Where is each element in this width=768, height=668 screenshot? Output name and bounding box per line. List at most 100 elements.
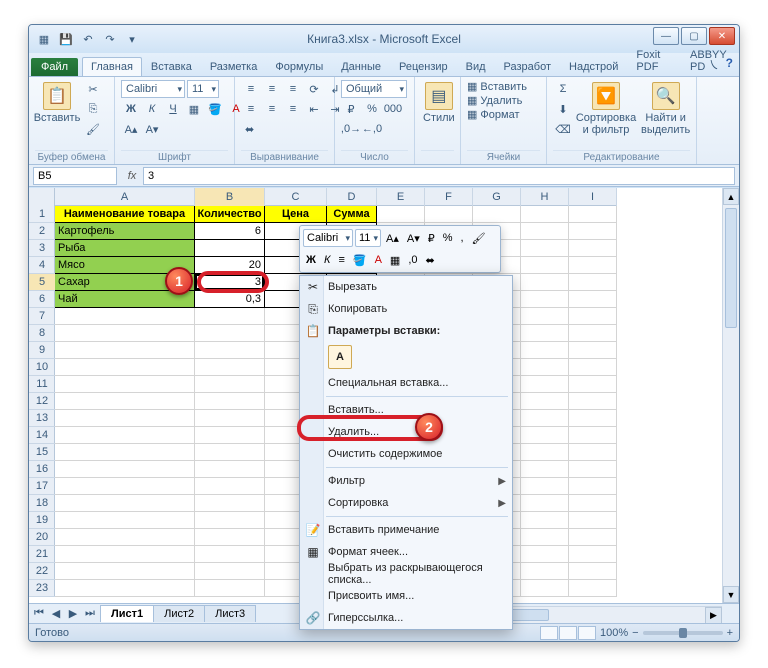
cell[interactable] — [569, 495, 617, 512]
ctx-copy[interactable]: ⎘Копировать — [300, 298, 512, 320]
table-header-cell[interactable]: Цена — [265, 206, 327, 223]
cell[interactable] — [195, 427, 265, 444]
sheet-nav-next-icon[interactable]: ▶ — [65, 606, 81, 622]
row-header[interactable]: 6 — [29, 291, 55, 308]
cell[interactable] — [195, 563, 265, 580]
mini-font-size[interactable]: 11 — [355, 229, 381, 247]
cell[interactable] — [569, 240, 617, 257]
cell[interactable] — [55, 580, 195, 597]
row-header[interactable]: 2 — [29, 223, 55, 240]
insert-cells-button[interactable]: ▦Вставить — [467, 80, 527, 93]
scroll-up-icon[interactable]: ▲ — [723, 188, 739, 205]
cell[interactable] — [55, 512, 195, 529]
currency-icon[interactable]: ₽ — [341, 100, 361, 118]
select-all-corner[interactable] — [29, 188, 55, 206]
column-header[interactable]: D — [327, 188, 377, 206]
cell[interactable] — [521, 325, 569, 342]
tab-view[interactable]: Вид — [457, 57, 495, 76]
cut-icon[interactable]: ✂ — [83, 80, 103, 98]
file-tab[interactable]: Файл — [31, 58, 78, 76]
cell[interactable] — [521, 410, 569, 427]
mini-format-painter-icon[interactable]: 🖌 — [469, 229, 489, 247]
mini-italic-button[interactable]: К — [321, 251, 333, 269]
vertical-scrollbar[interactable]: ▲ ▼ — [722, 188, 739, 603]
font-size-combo[interactable]: 11 — [187, 80, 219, 98]
cell[interactable] — [55, 308, 195, 325]
tab-review[interactable]: Рецензир — [390, 57, 457, 76]
table-header-cell[interactable]: Количество — [195, 206, 265, 223]
cell[interactable] — [55, 342, 195, 359]
cell[interactable] — [195, 478, 265, 495]
font-name-combo[interactable]: Calibri — [121, 80, 185, 98]
format-painter-icon[interactable]: 🖌 — [83, 120, 103, 138]
ctx-insert-comment[interactable]: 📝Вставить примечание — [300, 519, 512, 541]
row-header[interactable]: 13 — [29, 410, 55, 427]
cell[interactable] — [195, 529, 265, 546]
cell[interactable] — [521, 580, 569, 597]
cell-item-name[interactable]: Сахар — [55, 274, 195, 291]
tab-addins[interactable]: Надстрой — [560, 57, 627, 76]
column-header[interactable]: I — [569, 188, 617, 206]
cell[interactable] — [521, 427, 569, 444]
tab-formulas[interactable]: Формулы — [266, 57, 332, 76]
ctx-insert[interactable]: Вставить... — [300, 399, 512, 421]
mini-shrink-font-icon[interactable]: A▾ — [404, 229, 423, 247]
cell[interactable] — [569, 478, 617, 495]
ctx-format-cells[interactable]: ▦Формат ячеек... — [300, 541, 512, 563]
table-header-cell[interactable]: Сумма — [327, 206, 377, 223]
cell[interactable] — [195, 393, 265, 410]
cell[interactable] — [569, 563, 617, 580]
cell[interactable] — [569, 325, 617, 342]
table-header-cell[interactable]: Наименование товара — [55, 206, 195, 223]
scroll-right-icon[interactable]: ▶ — [705, 607, 722, 624]
cell[interactable] — [195, 342, 265, 359]
row-header[interactable]: 14 — [29, 427, 55, 444]
cell[interactable] — [521, 376, 569, 393]
cell-item-name[interactable]: Картофель — [55, 223, 195, 240]
view-normal-icon[interactable] — [540, 626, 558, 640]
zoom-slider[interactable] — [643, 631, 723, 635]
cell[interactable] — [569, 223, 617, 240]
row-header[interactable]: 15 — [29, 444, 55, 461]
cell[interactable] — [521, 342, 569, 359]
row-header[interactable]: 10 — [29, 359, 55, 376]
cell[interactable] — [569, 546, 617, 563]
cell[interactable] — [521, 461, 569, 478]
underline-button[interactable]: Ч — [163, 100, 183, 118]
number-format-combo[interactable]: Общий — [341, 80, 407, 98]
mini-currency-icon[interactable]: ₽ — [425, 229, 438, 247]
cell[interactable] — [55, 563, 195, 580]
tab-data[interactable]: Данные — [332, 57, 390, 76]
align-bottom-icon[interactable]: ≡ — [283, 80, 303, 98]
cell[interactable] — [55, 495, 195, 512]
clear-icon[interactable]: ⌫ — [553, 120, 573, 138]
italic-button[interactable]: К — [142, 100, 162, 118]
cell[interactable] — [195, 580, 265, 597]
cell[interactable] — [55, 376, 195, 393]
sheet-nav-prev-icon[interactable]: ◀ — [48, 606, 64, 622]
cell[interactable] — [569, 393, 617, 410]
cell[interactable] — [195, 410, 265, 427]
tab-home[interactable]: Главная — [82, 57, 142, 76]
cell[interactable] — [569, 410, 617, 427]
fill-color-button[interactable]: 🪣 — [205, 100, 225, 118]
column-header[interactable]: A — [55, 188, 195, 206]
cell[interactable] — [195, 325, 265, 342]
ctx-paste-special[interactable]: Специальная вставка... — [300, 372, 512, 394]
align-top-icon[interactable]: ≡ — [241, 80, 261, 98]
row-header[interactable]: 18 — [29, 495, 55, 512]
cell-item-name[interactable]: Чай — [55, 291, 195, 308]
undo-icon[interactable]: ↶ — [79, 30, 97, 48]
cell[interactable] — [521, 563, 569, 580]
cell[interactable] — [521, 546, 569, 563]
increase-decimal-icon[interactable]: ,0→ — [341, 120, 361, 138]
cell[interactable] — [569, 512, 617, 529]
cell[interactable] — [569, 376, 617, 393]
row-header[interactable]: 3 — [29, 240, 55, 257]
formula-bar[interactable]: 3 — [143, 167, 735, 185]
cell[interactable] — [521, 308, 569, 325]
zoom-out-button[interactable]: − — [632, 627, 638, 639]
minimize-button[interactable]: — — [653, 27, 679, 45]
ctx-filter[interactable]: Фильтр▶ — [300, 470, 512, 492]
ctx-delete[interactable]: Удалить... — [300, 421, 512, 443]
